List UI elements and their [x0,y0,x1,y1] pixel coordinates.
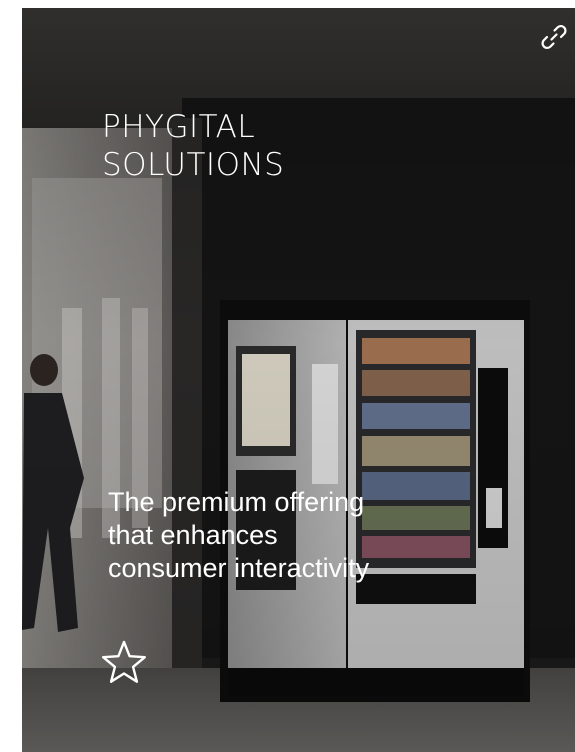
solution-card[interactable]: PHYGITAL SOLUTIONS The premium offering … [22,8,575,752]
card-title-line: SOLUTIONS [102,147,285,183]
card-title: PHYGITAL SOLUTIONS [102,108,284,184]
card-tagline-line: that enhances [108,520,278,550]
card-tagline: The premium offering that enhances consu… [108,486,468,585]
card-tagline-line: The premium offering [108,487,365,517]
link-icon[interactable] [537,20,571,54]
card-tagline-line: consumer interactivity [108,553,370,583]
card-title-line: PHYGITAL [102,109,256,145]
star-outline-icon[interactable] [99,638,149,688]
